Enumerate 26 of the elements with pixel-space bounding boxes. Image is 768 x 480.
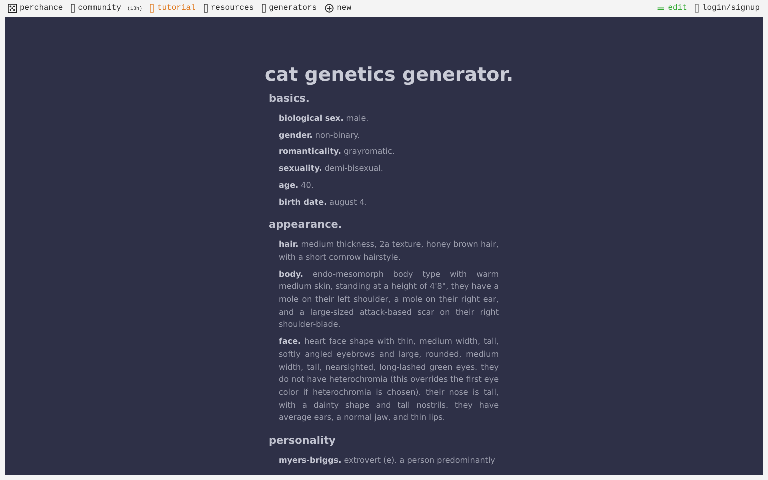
- attribute-text: face. heart face shape with thin, medium width, tall, softly angled eyebrows and large, rounded, medium width, tall, nearsighted, long-lashed green eyes. they do not have heterochromia (this overrides the first eye color if heterochromia is chosen). their nose is tall, with a dainty shape and tall nostrils. they have average ears, a normal jaw, and thin lips.: [279, 336, 499, 424]
- box-icon: [695, 4, 700, 13]
- attribute-text: hair. medium thickness, 2a texture, honey brown hair, with a short cornrow hairstyle.: [279, 239, 499, 264]
- section-heading: appearance.: [269, 219, 344, 232]
- attribute-text: gender. non-binary.: [279, 130, 362, 142]
- box-icon: [262, 4, 266, 13]
- attribute-text: body. endo-mesomorph body type with warm medium skin, standing at a height of 4'8", they have a mole on their left shoulder, a mole on their right ear, and a large-sized attack-based scar on their right shoulder-blade.: [279, 268, 499, 332]
- box-icon: [71, 4, 76, 13]
- nav-link[interactable]: generators: [262, 4, 318, 13]
- home-link[interactable]: perchance: [8, 4, 64, 13]
- nav-link[interactable]: new: [325, 4, 352, 13]
- box-icon: [150, 4, 154, 13]
- attribute-text: biological sex. male.: [279, 113, 370, 125]
- nav-link[interactable]: resources: [204, 4, 254, 13]
- page-title: cat genetics generator.: [265, 63, 514, 87]
- attribute-text: romanticality. grayromatic.: [279, 146, 396, 158]
- box-icon: [204, 4, 208, 13]
- section-heading: basics.: [269, 93, 311, 105]
- attribute-text: sexuality. demi-bisexual.: [279, 163, 384, 176]
- dice-icon: [8, 4, 17, 13]
- attribute-text: age. 40.: [279, 180, 315, 192]
- plus-icon: [325, 4, 334, 13]
- attribute-text: birth date. august 4.: [279, 196, 368, 209]
- login-link[interactable]: login/signup: [695, 4, 760, 13]
- section-heading: personality: [269, 435, 337, 448]
- attribute-text: myers-briggs. extrovert (e). a person predominantly: [279, 455, 496, 468]
